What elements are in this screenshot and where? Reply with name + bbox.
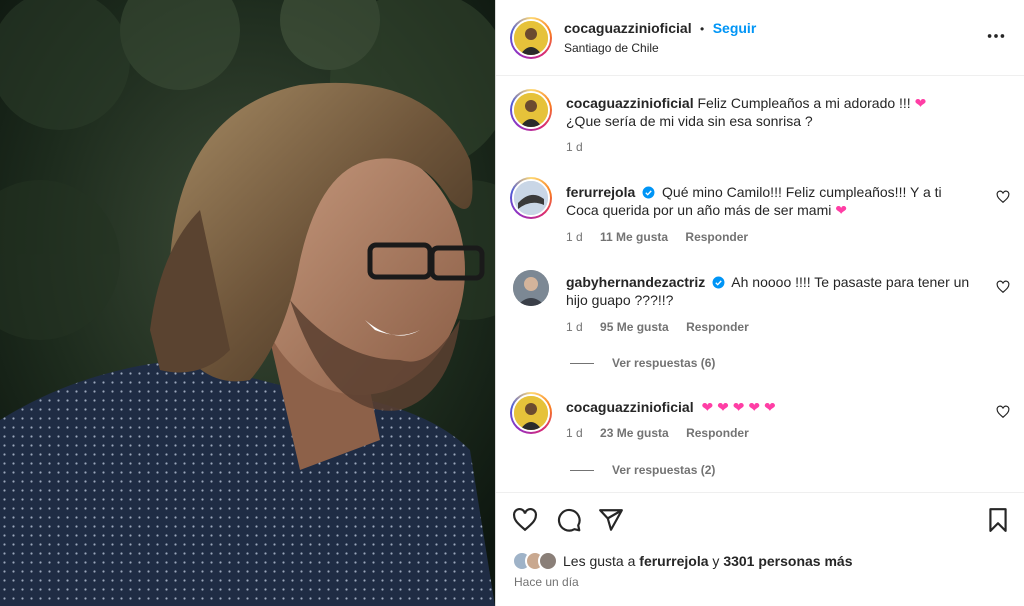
likes-prefix: Les gusta a: [563, 553, 636, 569]
bookmark-icon[interactable]: [985, 507, 1011, 533]
caption-username[interactable]: cocaguazzinioficial: [566, 95, 694, 111]
comment: gabyhernandezactriz Ah noooo !!!! Te pas…: [566, 273, 986, 309]
like-comment-heart-icon[interactable]: [996, 405, 1010, 419]
view-replies-label: Ver respuestas (2): [612, 463, 716, 477]
caption-text-line2: ¿Que sería de mi vida sin esa sonrisa ?: [566, 113, 813, 129]
like-comment-heart-icon[interactable]: [996, 280, 1010, 294]
comment-avatar[interactable]: [510, 392, 552, 434]
comment-username[interactable]: gabyhernandezactriz: [566, 274, 705, 290]
author-username[interactable]: cocaguazzinioficial: [564, 20, 692, 36]
comment-meta: 1 d 23 Me gusta Responder: [566, 426, 763, 440]
post-caption: cocaguazzinioficial Feliz Cumpleaños a m…: [566, 94, 986, 130]
heart-emoji: ❤: [914, 95, 927, 111]
likes-count[interactable]: 3301 personas más: [723, 553, 852, 569]
portrait-photo: [0, 0, 495, 606]
likes-and: y: [712, 553, 720, 569]
verified-badge-icon: [642, 186, 655, 199]
replies-divider-line: [570, 470, 594, 472]
comment-likes[interactable]: 23 Me gusta: [600, 426, 669, 440]
comment-avatar[interactable]: [513, 270, 549, 306]
likes-user[interactable]: ferurrejola: [639, 553, 708, 569]
heart-icon[interactable]: [512, 507, 538, 533]
liker-avatar: [538, 551, 558, 571]
caption-time[interactable]: 1 d: [566, 140, 583, 154]
avatar-image: [514, 181, 548, 215]
share-icon[interactable]: [598, 507, 624, 533]
verified-badge-icon: [712, 276, 725, 289]
comment-username[interactable]: cocaguazzinioficial: [566, 399, 694, 415]
comment-text-line2: hijo guapo ???!!?: [566, 292, 674, 308]
comment: ferurrejola Qué mino Camilo!!! Feliz cum…: [566, 183, 986, 219]
comment-text-line1: Ah noooo !!!! Te pasaste para tener un: [731, 274, 970, 290]
follow-button[interactable]: Seguir: [713, 20, 757, 36]
comment-time[interactable]: 1 d: [566, 426, 583, 440]
comment-text-line2: Coca querida por un año más de ser mami: [566, 202, 832, 218]
comment: cocaguazzinioficial ❤ ❤ ❤ ❤ ❤: [566, 398, 986, 416]
caption-avatar[interactable]: [510, 89, 552, 131]
avatar-image: [514, 396, 548, 430]
hearts-emoji: ❤ ❤ ❤ ❤ ❤: [701, 399, 776, 415]
reply-button[interactable]: Responder: [686, 320, 749, 334]
comment-likes[interactable]: 95 Me gusta: [600, 320, 669, 334]
comment-time[interactable]: 1 d: [566, 230, 583, 244]
separator-dot: •: [700, 22, 705, 36]
likes-summary[interactable]: Les gusta a ferurrejola y 3301 personas …: [512, 551, 853, 571]
reply-button[interactable]: Responder: [685, 230, 748, 244]
post-header: cocaguazzinioficial • Seguir Santiago de…: [496, 0, 1024, 76]
heart-emoji: ❤: [835, 202, 847, 218]
replies-divider-line: [570, 363, 594, 365]
post-image[interactable]: [0, 0, 495, 606]
view-replies-button[interactable]: Ver respuestas (6): [570, 356, 715, 370]
comment-text-line1: Qué mino Camilo!!! Feliz cumpleaños!!! Y…: [662, 184, 942, 200]
caption-meta: 1 d: [566, 140, 597, 154]
reply-button[interactable]: Responder: [686, 426, 749, 440]
caption-text-line1: Feliz Cumpleaños a mi adorado !!!: [697, 95, 911, 111]
comment-likes[interactable]: 11 Me gusta: [600, 230, 668, 244]
comment-avatar[interactable]: [510, 177, 552, 219]
post-detail-panel: cocaguazzinioficial • Seguir Santiago de…: [495, 0, 1024, 606]
post-location[interactable]: Santiago de Chile: [564, 41, 659, 55]
author-avatar[interactable]: [510, 17, 552, 59]
comment-icon[interactable]: [556, 507, 582, 533]
avatar-image: [514, 93, 548, 127]
view-replies-label: Ver respuestas (6): [612, 356, 716, 370]
comment-meta: 1 d 95 Me gusta Responder: [566, 320, 763, 334]
comment-username[interactable]: ferurrejola: [566, 184, 635, 200]
like-comment-heart-icon[interactable]: [996, 190, 1010, 204]
post-time[interactable]: Hace un día: [514, 575, 579, 589]
more-options-icon[interactable]: [985, 25, 1007, 47]
comment-time[interactable]: 1 d: [566, 320, 583, 334]
avatar-image: [513, 270, 549, 306]
likes-text: Les gusta a ferurrejola y 3301 personas …: [563, 553, 853, 569]
view-replies-button[interactable]: Ver respuestas (2): [570, 463, 715, 477]
avatar-image: [514, 21, 548, 55]
comment-meta: 1 d 11 Me gusta Responder: [566, 230, 762, 244]
post-actions: Les gusta a ferurrejola y 3301 personas …: [496, 492, 1024, 606]
